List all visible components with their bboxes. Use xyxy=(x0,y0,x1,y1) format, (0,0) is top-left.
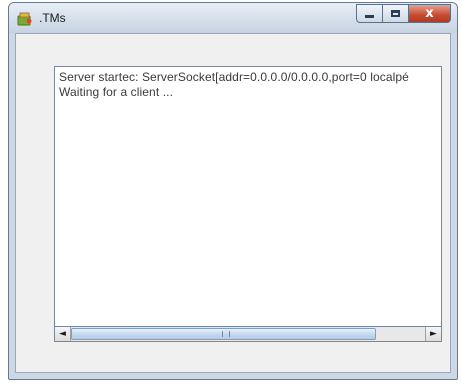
close-button[interactable]: x xyxy=(408,4,451,23)
maximize-icon xyxy=(391,10,400,17)
close-icon: x xyxy=(425,6,434,21)
client-area: Server startec: ServerSocket[addr=0.0.0.… xyxy=(15,33,451,373)
grip-icon xyxy=(222,331,230,337)
minimize-icon xyxy=(365,15,374,18)
caption-buttons: x xyxy=(356,4,451,24)
scroll-left-button[interactable]: ◄ xyxy=(55,327,71,341)
log-textarea[interactable]: Server startec: ServerSocket[addr=0.0.0.… xyxy=(54,66,442,342)
java-app-icon xyxy=(17,12,32,26)
minimize-button[interactable] xyxy=(356,4,382,23)
app-window: .TMs x Server startec: ServerSocket[addr… xyxy=(8,2,458,380)
window-title: .TMs xyxy=(39,11,66,25)
scrollbar-thumb[interactable] xyxy=(71,328,376,340)
maximize-button[interactable] xyxy=(382,4,408,23)
scroll-right-button[interactable]: ► xyxy=(425,327,441,341)
arrow-right-icon: ► xyxy=(430,329,437,339)
log-line: Server startec: ServerSocket[addr=0.0.0.… xyxy=(59,70,409,84)
horizontal-scrollbar[interactable]: ◄ ► xyxy=(54,326,442,342)
title-bar[interactable]: .TMs x xyxy=(9,3,457,33)
log-line: Waiting for a client ... xyxy=(59,85,173,99)
arrow-left-icon: ◄ xyxy=(59,329,66,339)
